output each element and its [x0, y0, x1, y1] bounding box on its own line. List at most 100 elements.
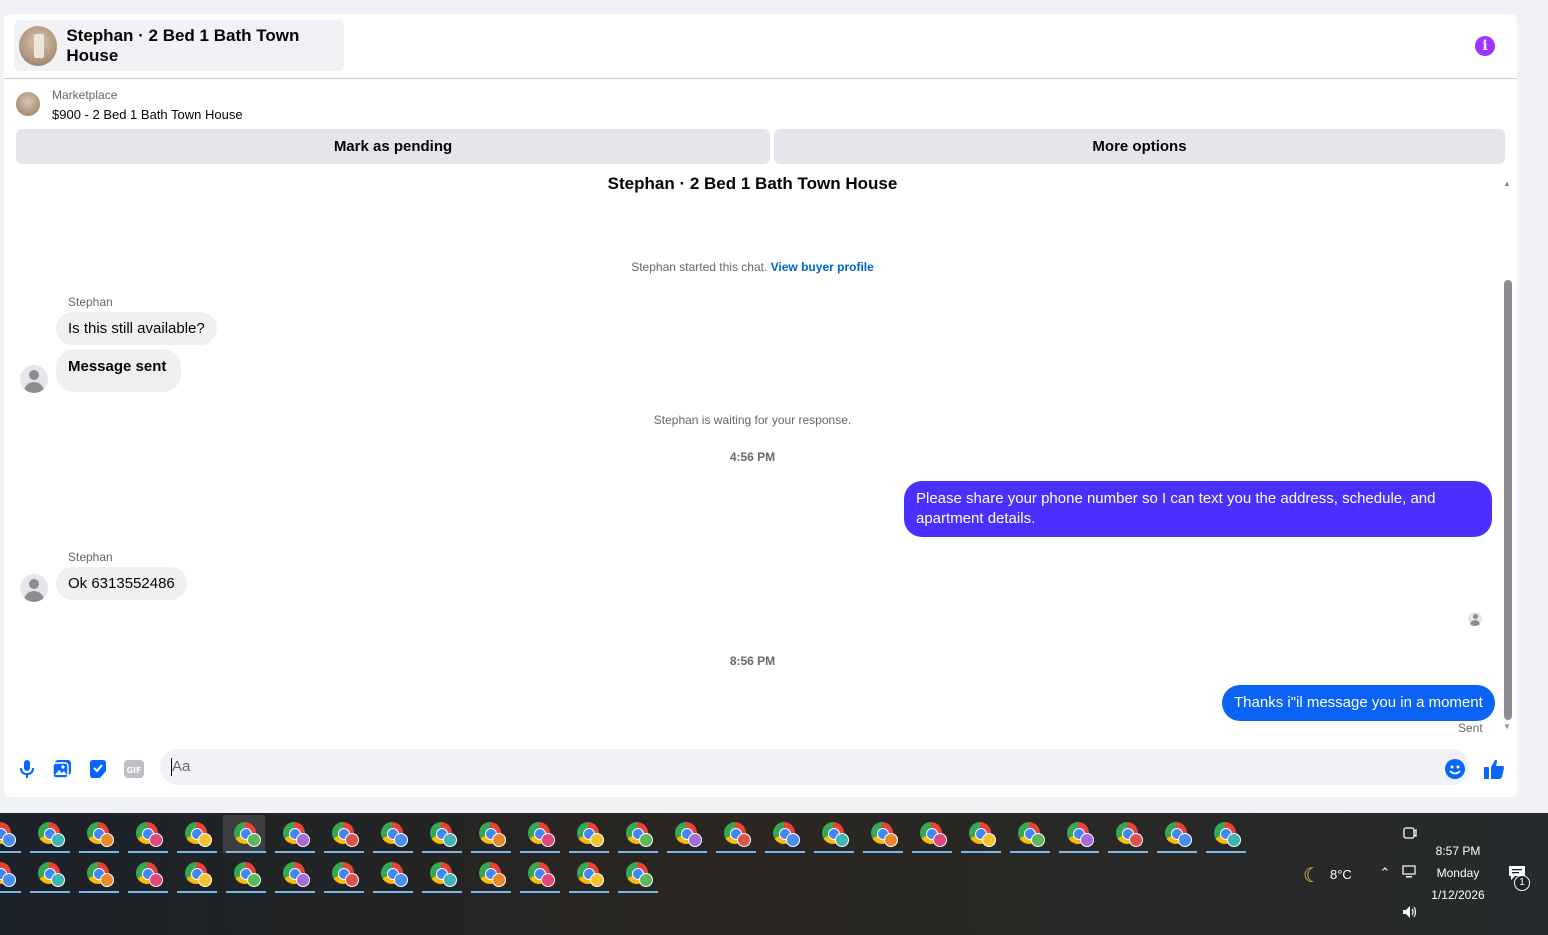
profile-badge — [492, 873, 506, 887]
incoming-message[interactable]: Message sent — [56, 349, 182, 392]
listing-thumbnail[interactable] — [16, 92, 40, 116]
running-indicator — [471, 851, 511, 853]
incoming-message[interactable]: Ok 6313552486 — [56, 567, 187, 600]
running-indicator — [422, 851, 462, 853]
chrome-icon[interactable] — [566, 815, 609, 853]
more-options-button[interactable]: More options — [774, 129, 1505, 164]
running-indicator — [128, 851, 168, 853]
view-buyer-profile-link[interactable]: View buyer profile — [771, 260, 874, 274]
chrome-icon[interactable] — [1154, 815, 1197, 853]
chrome-icon[interactable] — [272, 815, 315, 853]
chrome-icon[interactable] — [125, 855, 168, 893]
chrome-icon[interactable] — [125, 815, 168, 853]
sticker-icon[interactable] — [87, 758, 109, 780]
chrome-icon[interactable] — [811, 815, 854, 853]
outgoing-message[interactable]: Thanks i"il message you in a moment — [1222, 685, 1495, 721]
emoji-icon[interactable] — [1444, 758, 1466, 780]
volume-icon[interactable] — [1401, 905, 1419, 922]
weather-temperature[interactable]: 8°C — [1330, 867, 1352, 882]
chrome-icon[interactable] — [76, 815, 119, 853]
meet-now-icon[interactable] — [1402, 825, 1418, 844]
chrome-icon[interactable] — [0, 815, 21, 853]
outgoing-message[interactable]: Please share your phone number so I can … — [904, 481, 1492, 537]
chrome-icon[interactable] — [909, 815, 952, 853]
scrollbar-thumb[interactable] — [1504, 280, 1512, 720]
incoming-message[interactable]: Is this still available? — [56, 312, 217, 345]
running-indicator — [226, 891, 266, 893]
scroll-down-arrow[interactable]: ▼ — [1503, 722, 1511, 731]
chrome-icon[interactable] — [0, 855, 21, 893]
running-indicator — [128, 891, 168, 893]
clock-time[interactable]: 8:57 PM — [1428, 844, 1488, 858]
chrome-icon[interactable] — [517, 815, 560, 853]
svg-text:GIF: GIF — [126, 766, 141, 775]
conversation-title: Stephan · 2 Bed 1 Bath Town House — [66, 25, 300, 65]
chrome-icon[interactable] — [321, 815, 364, 853]
profile-badge — [590, 833, 604, 847]
chrome-icon[interactable] — [419, 855, 462, 893]
scroll-up-arrow[interactable]: ▲ — [1503, 179, 1511, 188]
chrome-icon[interactable] — [223, 815, 266, 853]
profile-badge — [982, 833, 996, 847]
info-icon[interactable]: i — [1475, 36, 1495, 56]
chrome-icon[interactable] — [1203, 815, 1246, 853]
chrome-icon[interactable] — [223, 855, 266, 893]
network-icon[interactable] — [1401, 865, 1419, 882]
chrome-icon[interactable] — [713, 815, 756, 853]
chrome-icon[interactable] — [272, 855, 315, 893]
running-indicator — [765, 851, 805, 853]
moon-icon[interactable]: ☾ — [1298, 863, 1326, 888]
profile-badge — [443, 873, 457, 887]
chrome-icon[interactable] — [321, 855, 364, 893]
chrome-icon[interactable] — [860, 815, 903, 853]
clock-date[interactable]: 1/12/2026 — [1424, 888, 1492, 902]
chrome-icon[interactable] — [468, 815, 511, 853]
chrome-icon[interactable] — [174, 855, 217, 893]
running-indicator — [569, 851, 609, 853]
microphone-icon[interactable] — [16, 758, 38, 780]
chrome-icon[interactable] — [76, 855, 119, 893]
running-indicator — [1206, 851, 1246, 853]
chrome-icon[interactable] — [615, 855, 658, 893]
chrome-icon[interactable] — [174, 815, 217, 853]
chrome-icon[interactable] — [958, 815, 1001, 853]
top-strip — [0, 0, 1548, 12]
chevron-up-icon[interactable]: ⌃ — [1377, 865, 1393, 881]
chrome-icon[interactable] — [27, 855, 70, 893]
running-indicator — [1059, 851, 1099, 853]
gif-icon[interactable]: GIF — [123, 758, 145, 780]
marketplace-label: Marketplace — [52, 88, 118, 102]
profile-badge — [100, 873, 114, 887]
running-indicator — [30, 891, 70, 893]
thumbs-up-icon[interactable] — [1483, 758, 1505, 780]
chrome-icon[interactable] — [762, 815, 805, 853]
chrome-icon[interactable] — [664, 815, 707, 853]
chrome-icon[interactable] — [27, 815, 70, 853]
sender-avatar[interactable] — [20, 574, 48, 602]
profile-badge — [884, 833, 898, 847]
chrome-icon[interactable] — [370, 855, 413, 893]
read-receipt-avatar — [1468, 612, 1482, 626]
running-indicator — [863, 851, 903, 853]
clock-day[interactable]: Monday — [1428, 866, 1488, 880]
sender-avatar[interactable] — [20, 365, 48, 393]
notification-count-badge: 1 — [1514, 875, 1530, 891]
chrome-icon[interactable] — [419, 815, 462, 853]
photo-icon[interactable] — [51, 758, 73, 780]
chrome-icon[interactable] — [517, 855, 560, 893]
profile-badge — [1031, 833, 1045, 847]
listing-avatar — [19, 25, 58, 66]
chrome-icon[interactable] — [615, 815, 658, 853]
chrome-icon[interactable] — [370, 815, 413, 853]
conversation-title-button[interactable]: Stephan · 2 Bed 1 Bath Town House — [14, 20, 344, 71]
chrome-icon[interactable] — [468, 855, 511, 893]
profile-badge — [1129, 833, 1143, 847]
message-input[interactable]: Aa — [160, 749, 1470, 785]
chrome-icon[interactable] — [1056, 815, 1099, 853]
chrome-icon[interactable] — [1007, 815, 1050, 853]
mark-as-pending-button[interactable]: Mark as pending — [16, 129, 770, 164]
chrome-icon[interactable] — [566, 855, 609, 893]
chrome-icon[interactable] — [1105, 815, 1148, 853]
listing-title[interactable]: $900 - 2 Bed 1 Bath Town House — [52, 107, 243, 122]
conversation-panel: Stephan · 2 Bed 1 Bath Town House i Mark… — [4, 14, 1517, 797]
